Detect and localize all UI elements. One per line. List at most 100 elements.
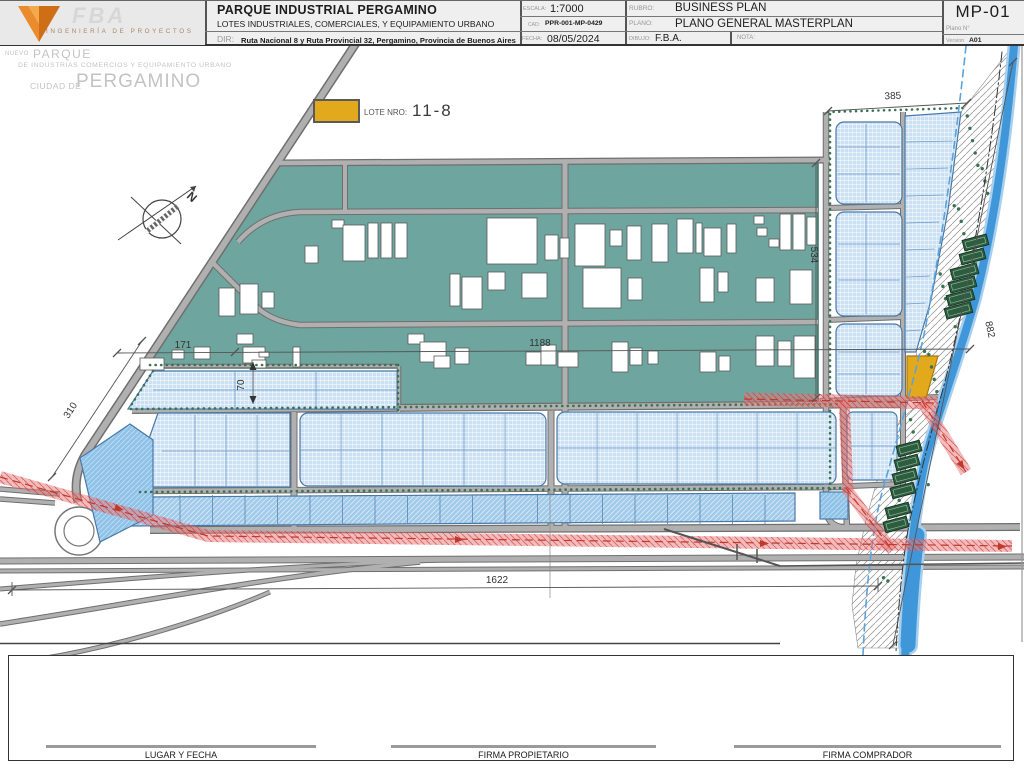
building-footprint: [380, 222, 393, 259]
building-footprint: [304, 245, 319, 264]
tree-dot: [962, 231, 966, 236]
signature-line-lugar: [46, 745, 316, 748]
north-compass: N: [117, 185, 200, 245]
tree-dot: [941, 284, 945, 289]
building-footprint: [574, 223, 606, 267]
watermark-nuevo: NUEVO: [5, 51, 29, 57]
signature-box: LUGAR Y FECHA FIRMA PROPIETARIO FIRMA CO…: [8, 655, 1014, 761]
tree-dot: [952, 203, 956, 208]
building-footprint: [557, 351, 579, 368]
building-footprint: [449, 273, 461, 307]
building-footprint: [703, 227, 722, 257]
cad-label: CAD:: [528, 21, 540, 28]
tree-dot: [956, 207, 961, 211]
building-footprint: [651, 223, 669, 263]
building-footprint: [331, 219, 345, 229]
dim-70: 70: [236, 379, 247, 391]
building-footprint: [171, 349, 185, 360]
dim-171: 171: [175, 340, 192, 351]
sheet-code: MP-01: [955, 2, 1011, 21]
building-footprint: [755, 277, 775, 303]
rubro-value: BUSINESS PLAN: [675, 2, 767, 14]
plano-n-label: Plano N°: [946, 26, 970, 32]
lot-colN3: [835, 323, 903, 397]
tree-dot: [976, 163, 980, 168]
building-footprint: [544, 234, 559, 261]
cad-value: PPR-001-MP-0429: [545, 20, 603, 27]
rubro-label: RUBRO:: [629, 5, 655, 12]
tree-dot: [973, 151, 977, 155]
building-footprint: [394, 222, 408, 259]
signature-label-comprador: FIRMA COMPRADOR: [822, 750, 913, 760]
building-footprint: [647, 350, 659, 365]
north-label: N: [184, 189, 200, 205]
building-footprint: [236, 333, 254, 345]
site-plan-drawing: 385 534 882 310 171 70 1188 1622 N: [0, 25, 1024, 667]
building-footprint: [699, 267, 715, 303]
tree-dot: [922, 349, 927, 354]
building-footprint: [609, 229, 623, 247]
lot-stripB: [129, 492, 796, 527]
building-footprint: [239, 283, 259, 315]
tree-dot: [897, 498, 901, 503]
building-footprint: [627, 277, 643, 301]
signature-line-comprador: [734, 745, 1001, 748]
watermark-pergamino: PERGAMINO: [76, 71, 202, 92]
tree-dot: [929, 365, 934, 369]
watermark-line2: DE INDUSTRIAS COMERCIOS Y EQUIPAMIENTO U…: [18, 62, 232, 69]
building-footprint: [461, 276, 483, 310]
building-footprint: [525, 351, 542, 366]
building-footprint: [695, 222, 703, 254]
legend-lot-swatch: [313, 99, 360, 123]
building-footprint: [755, 335, 775, 367]
building-footprint: [806, 216, 817, 246]
building-footprint: [676, 218, 694, 254]
logo-cell: FBA INGENIERÍA DE PROYECTOS: [0, 1, 205, 45]
dim-882: 882: [982, 320, 996, 339]
dir-label: DIR:: [217, 34, 234, 44]
escala-value: 1:7000: [550, 2, 584, 15]
fecha-label: FECHA:: [522, 36, 543, 42]
dim-1622: 1622: [486, 575, 509, 586]
building-footprint: [789, 269, 813, 305]
tree-dot: [927, 352, 931, 357]
building-footprint: [433, 355, 451, 369]
tree-dot: [959, 219, 963, 224]
project-title: PARQUE INDUSTRIAL PERGAMINO: [217, 3, 438, 17]
building-footprint: [626, 225, 642, 261]
title-block: FBA INGENIERÍA DE PROYECTOS PARQUE INDUS…: [0, 0, 1024, 46]
building-footprint: [756, 227, 768, 237]
building-footprint: [793, 335, 816, 379]
nota-label: NOTA:: [737, 35, 755, 41]
building-footprint: [521, 272, 548, 299]
tree-dot: [938, 272, 942, 276]
tree-dot: [932, 377, 936, 382]
tree-dot: [980, 166, 984, 171]
building-footprint: [218, 287, 236, 317]
building-footprint: [261, 291, 275, 309]
tree-dot: [935, 389, 939, 394]
dibujo-value: F.B.A.: [655, 33, 682, 44]
signature-line-propietario: [391, 745, 656, 748]
dibujo-label: DIBUJO:: [629, 36, 651, 42]
plano-label: PLANO:: [629, 20, 653, 27]
building-footprint: [454, 347, 470, 365]
dim-534: 534: [808, 247, 819, 264]
building-footprint: [717, 271, 729, 293]
signature-label-propietario: FIRMA PROPIETARIO: [478, 750, 569, 760]
company-name-ghost: FBA: [72, 3, 127, 28]
building-footprint: [768, 238, 780, 248]
lot-solid-right: [819, 491, 849, 520]
legend-lote-label: LOTE NRO:: [364, 108, 408, 117]
tree-dot: [881, 575, 886, 580]
lot-colN2: [835, 211, 903, 317]
lot-colN1: [835, 121, 903, 205]
escala-label: ESCALA:: [523, 6, 547, 12]
tree-dot: [953, 324, 957, 329]
dir-value: Ruta Nacional 8 y Ruta Provincial 32, Pe…: [241, 35, 516, 45]
legend-lote-value: 11-8: [412, 101, 453, 120]
building-footprint: [718, 355, 731, 372]
building-footprint: [753, 215, 765, 225]
signature-label-lugar: LUGAR Y FECHA: [144, 750, 218, 760]
plano-value: PLANO GENERAL MASTERPLAN: [675, 17, 853, 30]
